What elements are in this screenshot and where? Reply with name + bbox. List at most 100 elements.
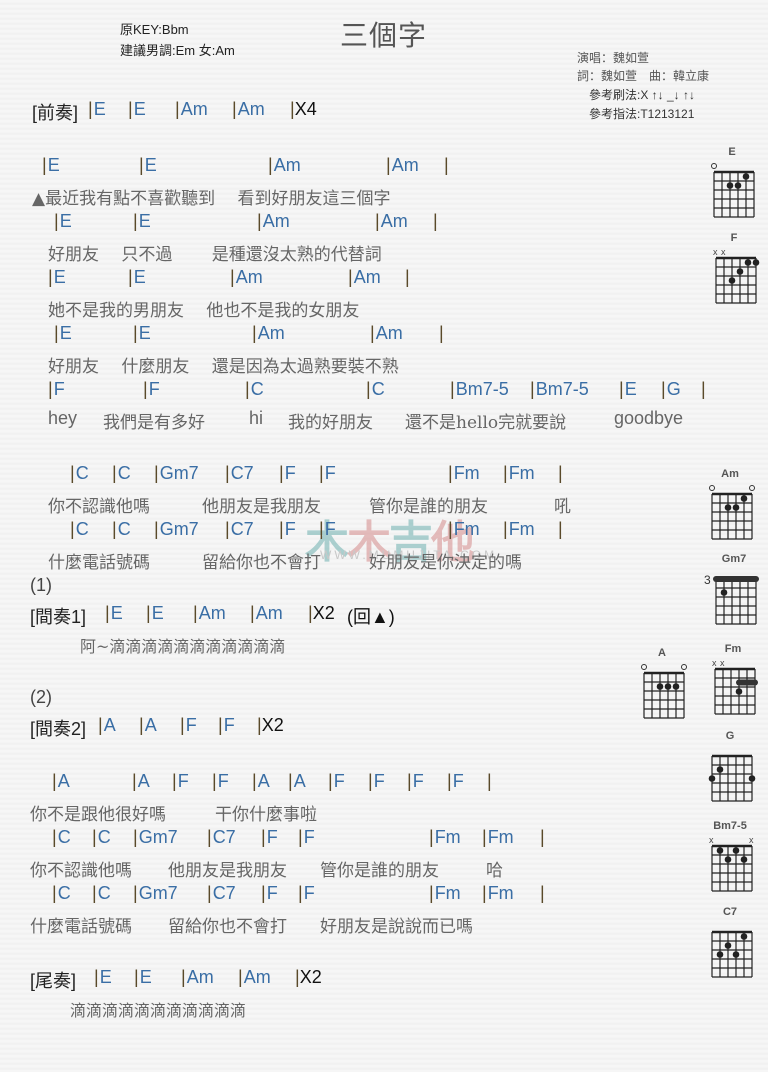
chord: |C7 bbox=[207, 883, 236, 903]
chord: |F bbox=[319, 519, 336, 539]
chord: |Fm bbox=[429, 827, 461, 847]
chord: |Am bbox=[268, 155, 301, 175]
chord: |E bbox=[54, 323, 72, 343]
chord: |A bbox=[139, 715, 157, 735]
chord: |C bbox=[112, 519, 131, 539]
bar-line: | bbox=[439, 323, 444, 343]
chord: |A bbox=[288, 771, 306, 791]
chord: |Bm7-5 bbox=[450, 379, 509, 399]
chord: |E bbox=[105, 603, 123, 623]
finger-pattern: 參考指法:T1213121 bbox=[589, 107, 695, 121]
lyric-word: 留給你也不會打 bbox=[168, 917, 287, 937]
chord: |C bbox=[52, 883, 71, 903]
chord: |F bbox=[48, 379, 65, 399]
fretboard-grid bbox=[708, 754, 756, 802]
chord: |C bbox=[52, 827, 71, 847]
lyricist-composer: 詞：魏如萱 曲：韓立康 bbox=[577, 69, 710, 83]
bar-line: | bbox=[444, 155, 449, 175]
chord: |Am bbox=[232, 99, 265, 119]
lyric-word: 干你什麼事啦 bbox=[215, 805, 317, 825]
chord: |Am bbox=[370, 323, 403, 343]
open-string-marker bbox=[709, 485, 715, 491]
finger-dot bbox=[720, 589, 728, 596]
chord: |E bbox=[133, 323, 151, 343]
chord: |E bbox=[128, 99, 146, 119]
finger-dot bbox=[728, 277, 736, 284]
chord: |Am bbox=[257, 211, 290, 231]
chord: |Bm7-5 bbox=[530, 379, 589, 399]
finger-dot bbox=[724, 942, 732, 949]
chord: |E bbox=[128, 267, 146, 287]
lyric-word: 什麼電話號碼 bbox=[48, 553, 150, 573]
open-string-marker bbox=[711, 163, 717, 169]
chord-diagram-name: Fm bbox=[724, 643, 742, 655]
chord: |E bbox=[146, 603, 164, 623]
chord: |Am bbox=[375, 211, 408, 231]
chord: |C7 bbox=[207, 827, 236, 847]
fretboard-grid: xx bbox=[712, 658, 758, 715]
muted-string-marker: x bbox=[721, 247, 726, 257]
lyric-word: 留給你也不會打 bbox=[202, 553, 321, 573]
lyric-word: goodbye bbox=[614, 408, 684, 428]
chord-diagram-name: C7 bbox=[722, 906, 738, 918]
finger-dot bbox=[716, 847, 724, 854]
open-string-marker bbox=[681, 664, 687, 670]
bar-line: | bbox=[558, 463, 563, 483]
lyric-word: 好朋友是你決定的嗎 bbox=[369, 553, 522, 573]
chord: |F bbox=[279, 463, 296, 483]
finger-dot bbox=[734, 182, 742, 189]
lyric-line: 阿~滴滴滴滴滴滴滴滴滴滴滴 bbox=[80, 637, 286, 656]
finger-dot bbox=[656, 683, 664, 690]
chord: |F bbox=[261, 883, 278, 903]
chord: |Am bbox=[250, 603, 283, 623]
chord-diagram-name: G bbox=[725, 730, 735, 742]
chord: |E bbox=[54, 211, 72, 231]
bar-line: | bbox=[433, 211, 438, 231]
chord: |Fm bbox=[482, 827, 514, 847]
lyric-word: 好朋友是說說而已嗎 bbox=[320, 917, 473, 937]
chord: |F bbox=[172, 771, 189, 791]
chord: |E bbox=[133, 211, 151, 231]
chord: |E bbox=[139, 155, 157, 175]
finger-dot bbox=[726, 182, 734, 189]
finger-dot bbox=[724, 504, 732, 511]
chord: |Gm7 bbox=[154, 519, 199, 539]
finger-dot bbox=[735, 688, 743, 695]
lyric-word: 哈 bbox=[486, 861, 503, 881]
lyric-line: 她不是我的男朋友 他也不是我的女朋友 bbox=[48, 301, 360, 321]
section-label-intro: [前奏] bbox=[32, 103, 79, 123]
chord: |Fm bbox=[503, 463, 535, 483]
finger-dot bbox=[742, 173, 750, 180]
chord: |C bbox=[245, 379, 264, 399]
chord: |Fm bbox=[429, 883, 461, 903]
chord: |G bbox=[661, 379, 681, 399]
section-label-interlude1: [間奏1] bbox=[30, 607, 87, 627]
section-label-interlude2: [間奏2] bbox=[30, 719, 87, 739]
section-marker-2: (2) bbox=[30, 687, 52, 707]
lyric-word: hi bbox=[249, 408, 264, 428]
chord: |C bbox=[70, 519, 89, 539]
finger-dot bbox=[736, 268, 744, 275]
muted-string-marker: x bbox=[713, 247, 718, 257]
chord: |Am bbox=[238, 967, 271, 987]
chord: |F bbox=[261, 827, 278, 847]
repeat-marker: |X2 bbox=[295, 967, 322, 987]
finger-dot bbox=[708, 775, 716, 782]
finger-dot bbox=[716, 951, 724, 958]
bar-line: | bbox=[487, 771, 492, 791]
chord: |F bbox=[279, 519, 296, 539]
lyric-word: 吼 bbox=[554, 497, 571, 517]
chord: |E bbox=[48, 267, 66, 287]
section-marker-1: (1) bbox=[30, 575, 52, 595]
singer: 演唱：魏如萱 bbox=[577, 51, 650, 65]
lyric-word: 管你是誰的朋友 bbox=[320, 861, 439, 881]
chord: |E bbox=[134, 967, 152, 987]
repeat-marker: |X2 bbox=[308, 603, 335, 623]
fretboard-grid bbox=[641, 664, 687, 719]
chord: |A bbox=[52, 771, 70, 791]
fretboard-grid bbox=[711, 930, 753, 978]
finger-dot bbox=[748, 775, 756, 782]
muted-string-marker: x bbox=[749, 835, 754, 845]
chord: |E bbox=[94, 967, 112, 987]
chord: |E bbox=[88, 99, 106, 119]
